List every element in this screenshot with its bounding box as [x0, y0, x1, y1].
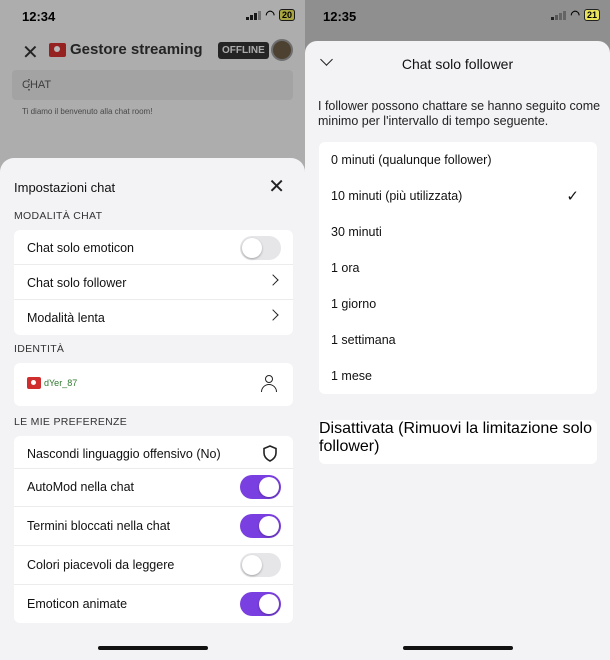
close-icon[interactable]: ✕ — [268, 174, 285, 199]
option-30-minutes[interactable]: 30 minuti — [319, 214, 597, 250]
signal-icon — [551, 10, 567, 20]
setting-animated-emotes[interactable]: Emoticon animate — [14, 585, 293, 623]
chat-settings-sheet: Impostazioni chat ✕ MODALITÀ CHAT Chat s… — [0, 158, 305, 660]
camera-icon — [27, 377, 41, 389]
option-label: 1 giorno — [331, 297, 377, 311]
user-icon[interactable] — [261, 375, 277, 393]
chevron-right-icon — [267, 309, 279, 321]
setting-label: Nascondi linguaggio offensivo (No) — [27, 447, 221, 461]
animated-emotes-toggle[interactable] — [240, 592, 281, 616]
option-label: 30 minuti — [331, 225, 382, 239]
setting-hide-offensive[interactable]: Nascondi linguaggio offensivo (No) — [14, 436, 293, 469]
setting-follower-only[interactable]: Chat solo follower — [14, 265, 293, 300]
setting-label: Termini bloccati nella chat — [27, 519, 171, 533]
option-label: Disattivata (Rimuovi la limitazione solo… — [319, 420, 592, 455]
chevron-right-icon — [267, 274, 279, 286]
setting-label: Emoticon animate — [27, 597, 128, 611]
battery-icon: 21 — [583, 8, 600, 21]
identity-card[interactable]: dYer_87 — [14, 363, 293, 406]
setting-label: AutoMod nella chat — [27, 480, 135, 494]
setting-label: Colori piacevoli da leggere — [27, 558, 175, 572]
follower-only-sheet: Chat solo follower I follower possono ch… — [305, 41, 610, 660]
option-1-day[interactable]: 1 giorno — [319, 286, 597, 322]
identity-username: dYer_87 — [44, 378, 78, 388]
setting-blocked-terms[interactable]: Termini bloccati nella chat — [14, 507, 293, 546]
duration-options: 0 minuti (qualunque follower) 10 minuti … — [319, 142, 597, 394]
status-time: 12:35 — [323, 9, 357, 24]
option-disabled[interactable]: Disattivata (Rimuovi la limitazione solo… — [319, 420, 597, 464]
option-1-week[interactable]: 1 settimana — [319, 322, 597, 358]
status-icons: ◠ 21 — [551, 8, 600, 21]
readable-colors-toggle[interactable] — [240, 553, 281, 577]
option-label: 1 settimana — [331, 333, 396, 347]
option-1-hour[interactable]: 1 ora — [319, 250, 597, 286]
blocked-terms-toggle[interactable] — [240, 514, 281, 538]
section-preferences: LE MIE PREFERENZE — [14, 416, 128, 428]
sheet-description: I follower possono chattare se hanno seg… — [318, 99, 601, 128]
status-bar: 12:35 ◠ 21 — [305, 0, 610, 32]
setting-automod[interactable]: AutoMod nella chat — [14, 469, 293, 507]
option-label: 0 minuti (qualunque follower) — [331, 153, 492, 167]
wifi-icon: ◠ — [570, 9, 580, 21]
setting-label: Modalità lenta — [27, 311, 105, 325]
option-label: 10 minuti (più utilizzata) — [331, 189, 463, 203]
setting-slow-mode[interactable]: Modalità lenta — [14, 300, 293, 335]
option-label: 1 ora — [331, 261, 360, 275]
setting-label: Chat solo emoticon — [27, 241, 135, 255]
check-icon: ✓ — [566, 188, 579, 205]
chat-mode-card: Chat solo emoticon Chat solo follower Mo… — [14, 230, 293, 335]
option-label: 1 mese — [331, 369, 372, 383]
automod-toggle[interactable] — [240, 475, 281, 499]
home-indicator — [402, 646, 513, 650]
option-1-month[interactable]: 1 mese — [319, 358, 597, 394]
shield-icon — [263, 445, 277, 462]
setting-label: Chat solo follower — [27, 276, 127, 290]
sheet-title: Chat solo follower — [401, 56, 514, 72]
section-identity: IDENTITÀ — [14, 343, 65, 355]
preferences-card: Nascondi linguaggio offensivo (No) AutoM… — [14, 436, 293, 623]
setting-emoticon-only[interactable]: Chat solo emoticon — [14, 230, 293, 265]
emoticon-only-toggle[interactable] — [240, 236, 281, 260]
option-10-minutes[interactable]: 10 minuti (più utilizzata) ✓ — [319, 178, 597, 214]
option-0-minutes[interactable]: 0 minuti (qualunque follower) — [319, 142, 597, 178]
right-screen: 12:35 ◠ 21 Chat solo follower I follower… — [305, 0, 610, 660]
sheet-title: Impostazioni chat — [14, 180, 116, 195]
home-indicator — [97, 646, 208, 650]
section-chat-mode: MODALITÀ CHAT — [14, 210, 103, 222]
setting-readable-colors[interactable]: Colori piacevoli da leggere — [14, 546, 293, 585]
left-screen: 12:34 ◠ 20 ✕ Gestore streaming OFFLINE C… — [0, 0, 305, 660]
